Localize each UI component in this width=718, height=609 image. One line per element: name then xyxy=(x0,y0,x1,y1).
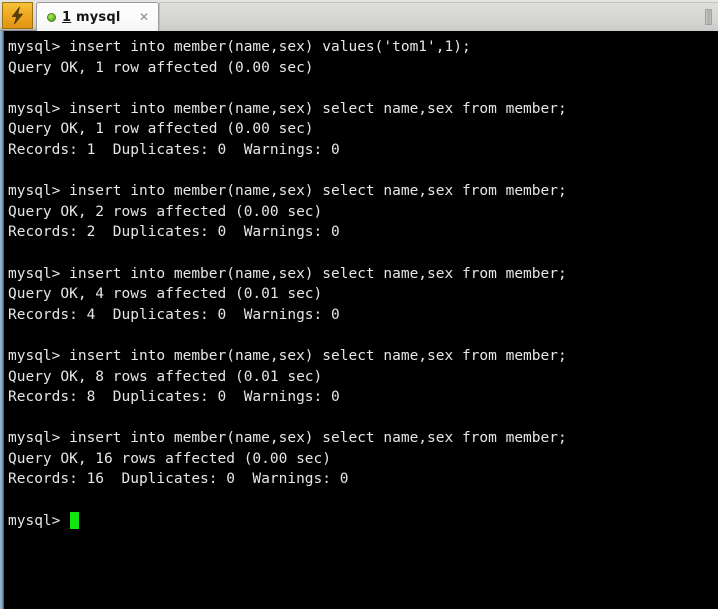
terminal-line: Records: 8 Duplicates: 0 Warnings: 0 xyxy=(8,389,340,406)
tab-label: 1 mysql xyxy=(62,10,121,25)
lightning-bolt-icon[interactable] xyxy=(2,2,33,29)
terminal-line: Query OK, 2 rows affected (0.00 sec) xyxy=(8,203,323,220)
terminal-line: Query OK, 1 row affected (0.00 sec) xyxy=(8,121,314,138)
tab-index: 1 xyxy=(62,9,72,25)
terminal-line: Records: 2 Duplicates: 0 Warnings: 0 xyxy=(8,224,340,241)
terminal-line: Query OK, 1 row affected (0.00 sec) xyxy=(8,59,314,76)
terminal-line: mysql> insert into member(name,sex) sele… xyxy=(8,183,567,200)
tab-mysql[interactable]: 1 mysql ✕ xyxy=(36,2,159,31)
terminal-line: mysql> insert into member(name,sex) sele… xyxy=(8,347,567,364)
prompt-text: mysql> xyxy=(8,512,70,529)
terminal-body: mysql> insert into member(name,sex) valu… xyxy=(0,31,718,609)
tab-status-dot-icon xyxy=(47,12,56,22)
terminal-window: 1 mysql ✕ mysql> insert into member(name… xyxy=(0,0,718,609)
terminal-line: mysql> insert into member(name,sex) valu… xyxy=(8,39,471,55)
terminal-prompt-line[interactable]: mysql> xyxy=(8,511,718,532)
terminal-line: Query OK, 16 rows affected (0.00 sec) xyxy=(8,450,332,467)
terminal-output[interactable]: mysql> insert into member(name,sex) valu… xyxy=(4,31,718,609)
terminal-line: Query OK, 8 rows affected (0.01 sec) xyxy=(8,368,323,385)
terminal-line: mysql> insert into member(name,sex) sele… xyxy=(8,265,567,282)
tab-name: mysql xyxy=(75,9,121,25)
tab-strip-empty-area[interactable] xyxy=(158,2,718,31)
text-cursor xyxy=(70,512,80,530)
terminal-line: Query OK, 4 rows affected (0.01 sec) xyxy=(8,286,323,303)
close-icon[interactable]: ✕ xyxy=(137,10,152,25)
terminal-line: Records: 16 Duplicates: 0 Warnings: 0 xyxy=(8,471,349,488)
chevron-right-icon[interactable] xyxy=(705,9,712,25)
terminal-line: Records: 1 Duplicates: 0 Warnings: 0 xyxy=(8,141,340,158)
terminal-line: mysql> insert into member(name,sex) sele… xyxy=(8,100,567,117)
tab-bar: 1 mysql ✕ xyxy=(0,0,718,31)
terminal-line: Records: 4 Duplicates: 0 Warnings: 0 xyxy=(8,306,340,323)
terminal-line: mysql> insert into member(name,sex) sele… xyxy=(8,430,567,447)
